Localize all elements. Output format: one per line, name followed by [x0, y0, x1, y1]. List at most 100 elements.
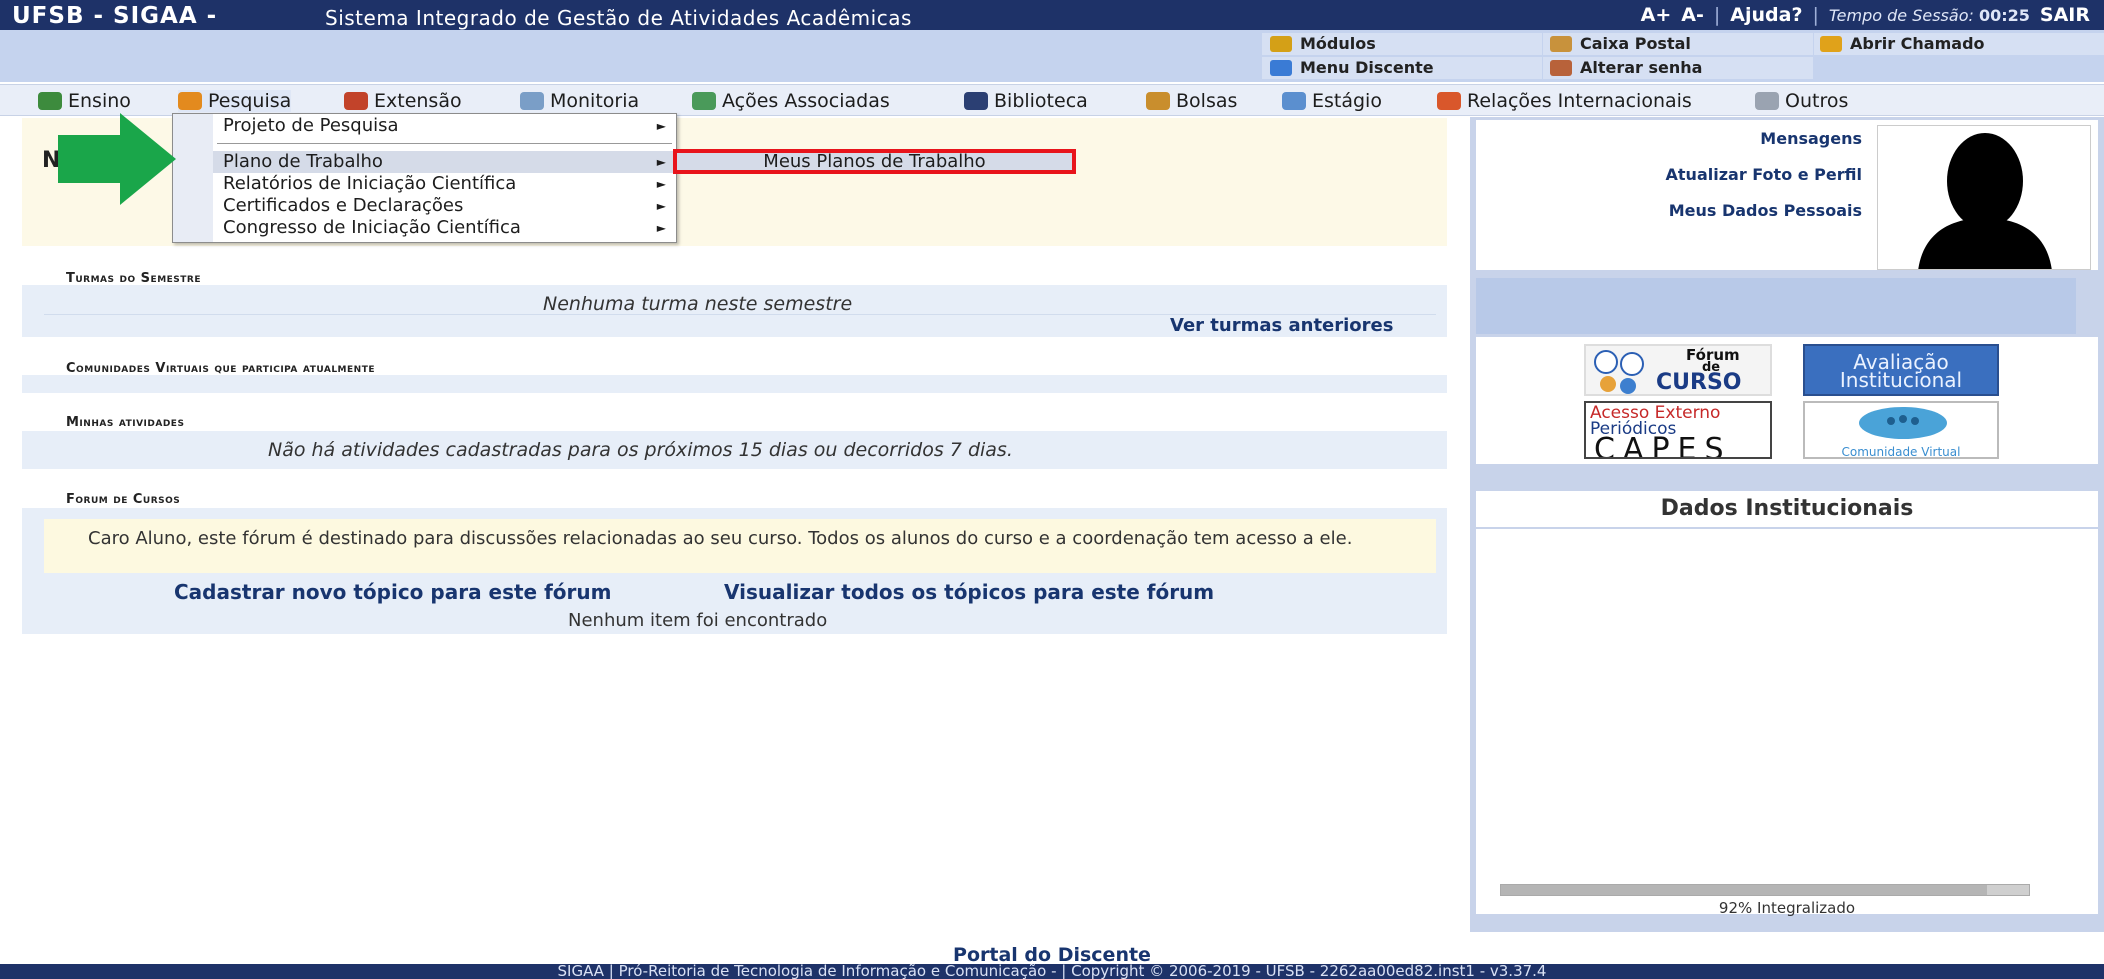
- certificate-icon: [1282, 92, 1306, 110]
- institutional-data-title: Dados Institucionais: [1476, 491, 2098, 527]
- menu-item-label: Ensino: [68, 90, 131, 112]
- forum-icon: [1594, 350, 1644, 394]
- submenu-arrow-icon: ►: [656, 199, 666, 213]
- no-activities-message: Não há atividades cadastradas para os pr…: [268, 439, 1013, 461]
- activities-section-title: Minhas atividades: [66, 415, 185, 430]
- open-ticket-link[interactable]: Abrir Chamado: [1820, 34, 1985, 53]
- menu-item-label: Outros: [1785, 90, 1849, 112]
- menu-item-label: Ações Associadas: [722, 90, 890, 112]
- dropdown-item-label: Relatórios de Iniciação Científica: [223, 173, 517, 194]
- notice-panel: [1476, 278, 2076, 334]
- view-topics-link[interactable]: Visualizar todos os tópicos para este fó…: [724, 580, 1214, 604]
- menu-item-ensino[interactable]: Ensino: [38, 90, 131, 112]
- menu-item-label: Monitoria: [550, 90, 640, 112]
- dropdown-separator: [217, 143, 672, 144]
- flask-icon: [178, 92, 202, 110]
- menu-item-label: Estágio: [1312, 90, 1382, 112]
- menu-item-label: Relações Internacionais: [1467, 90, 1692, 112]
- menu-icon: [1270, 59, 1292, 76]
- change-password-label: Alterar senha: [1580, 58, 1703, 77]
- dropdown-item-label: Projeto de Pesquisa: [223, 115, 399, 136]
- submenu-arrow-icon: ►: [656, 221, 666, 235]
- dropdown-item-label: Certificados e Declarações: [223, 195, 464, 216]
- session-label: Tempo de Sessão:: [1828, 5, 1974, 25]
- new-topic-link[interactable]: Cadastrar novo tópico para este fórum: [174, 580, 611, 604]
- dropdown-item-certificados[interactable]: Certificados e Declarações ►: [213, 195, 676, 217]
- personal-data-link[interactable]: Meus Dados Pessoais: [1669, 201, 1862, 220]
- dropdown-item-congresso[interactable]: Congresso de Iniciação Científica ►: [213, 217, 676, 239]
- open-ticket-label: Abrir Chamado: [1850, 34, 1985, 53]
- system-name: Sistema Integrado de Gestão de Atividade…: [325, 6, 912, 30]
- messages-link[interactable]: Mensagens: [1760, 129, 1862, 148]
- modules-label: Módulos: [1300, 34, 1376, 53]
- submenu-meus-planos-trabalho[interactable]: Meus Planos de Trabalho: [673, 149, 1076, 174]
- student-menu-link[interactable]: Menu Discente: [1270, 58, 1434, 77]
- community-icon: [1859, 407, 1947, 439]
- footer-bar: SIGAA | Pró-Reitoria de Tecnologia de In…: [0, 964, 2104, 979]
- top-header-bar: UFSB - SIGAA - Sistema Integrado de Gest…: [0, 0, 2104, 30]
- shortcut-badges: Fórum de CURSO Avaliação Institucional A…: [1476, 337, 2098, 464]
- main-menu-bar: Ensino Pesquisa Extensão Monitoria Ações…: [0, 84, 2104, 116]
- evaluation-badge[interactable]: Avaliação Institucional: [1803, 344, 1999, 396]
- library-icon: [964, 92, 988, 110]
- megaphone-icon: [1820, 35, 1842, 52]
- dropdown-item-projeto-pesquisa[interactable]: Projeto de Pesquisa ►: [213, 115, 676, 137]
- update-photo-link[interactable]: Atualizar Foto e Perfil: [1666, 165, 1862, 184]
- menu-item-label: Extensão: [374, 90, 462, 112]
- header-divider: |: [1713, 4, 1721, 26]
- font-decrease-button[interactable]: A-: [1681, 4, 1704, 26]
- help-link[interactable]: Ajuda?: [1730, 4, 1802, 26]
- previous-classes-link[interactable]: Ver turmas anteriores: [1170, 315, 1393, 336]
- communities-panel: [22, 375, 1447, 393]
- menu-item-outros[interactable]: Outros: [1755, 90, 1848, 112]
- no-items-message: Nenhum item foi encontrado: [568, 610, 828, 631]
- submenu-arrow-icon: ►: [656, 155, 666, 169]
- network-icon: [1755, 92, 1779, 110]
- brand-title: UFSB - SIGAA -: [12, 3, 218, 29]
- books-icon: [38, 92, 62, 110]
- menu-item-extensao[interactable]: Extensão: [344, 90, 462, 112]
- mailbox-link[interactable]: Caixa Postal: [1550, 34, 1691, 53]
- recycle-icon: [692, 92, 716, 110]
- community-badge-label: Comunidade Virtual: [1841, 445, 1961, 459]
- community-badge[interactable]: Comunidade Virtual: [1803, 401, 1999, 459]
- dropdown-gutter: [173, 114, 213, 242]
- change-password-link[interactable]: Alterar senha: [1550, 58, 1702, 77]
- header-controls: A+ A- | Ajuda? | Tempo de Sessão: 00:25 …: [1641, 3, 2090, 27]
- handshake-icon: [344, 92, 368, 110]
- silhouette-icon: [1918, 133, 2052, 269]
- forum-section-title: Forum de Cursos: [66, 492, 181, 507]
- font-increase-button[interactable]: A+: [1641, 4, 1672, 26]
- session-time: 00:25: [1978, 5, 2030, 25]
- capes-badge[interactable]: Acesso Externo Periódicos CAPES: [1584, 401, 1772, 459]
- capes-badge-line3: CAPES: [1594, 432, 1732, 459]
- student-menu-label: Menu Discente: [1300, 58, 1434, 77]
- dropdown-item-relatorios[interactable]: Relatórios de Iniciação Científica ►: [213, 173, 676, 195]
- menu-item-acoes-associadas[interactable]: Ações Associadas: [692, 90, 890, 112]
- key-icon: [1550, 59, 1572, 76]
- communities-section-title: Comunidades Virtuais que participa atual…: [66, 361, 375, 376]
- course-progress-fill: [1501, 885, 1987, 895]
- monitor-icon: [520, 92, 544, 110]
- menu-item-biblioteca[interactable]: Biblioteca: [964, 90, 1088, 112]
- mailbox-icon: [1550, 35, 1572, 52]
- person-icon: [1146, 92, 1170, 110]
- dropdown-item-plano-trabalho[interactable]: Plano de Trabalho ►: [213, 151, 676, 173]
- menu-item-bolsas[interactable]: Bolsas: [1146, 90, 1237, 112]
- menu-item-monitoria[interactable]: Monitoria: [520, 90, 639, 112]
- course-progress-label: 92% Integralizado: [1718, 899, 1856, 917]
- portal-link[interactable]: Portal do Discente: [0, 944, 2104, 966]
- session-timer: Tempo de Sessão: 00:25: [1829, 6, 2030, 25]
- forum-badge[interactable]: Fórum de CURSO: [1584, 344, 1772, 396]
- menu-item-label: Biblioteca: [994, 90, 1088, 112]
- globe-icon: [1437, 92, 1461, 110]
- mailbox-label: Caixa Postal: [1580, 34, 1691, 53]
- modules-link[interactable]: Módulos: [1270, 34, 1376, 53]
- menu-item-relacoes-internacionais[interactable]: Relações Internacionais: [1437, 90, 1692, 112]
- menu-item-pesquisa[interactable]: Pesquisa: [178, 90, 292, 112]
- submenu-arrow-icon: ►: [656, 177, 666, 191]
- header-divider: |: [1812, 4, 1819, 26]
- menu-item-estagio[interactable]: Estágio: [1282, 90, 1382, 112]
- dropdown-item-label: Plano de Trabalho: [223, 151, 383, 172]
- logout-button[interactable]: SAIR: [2040, 4, 2090, 26]
